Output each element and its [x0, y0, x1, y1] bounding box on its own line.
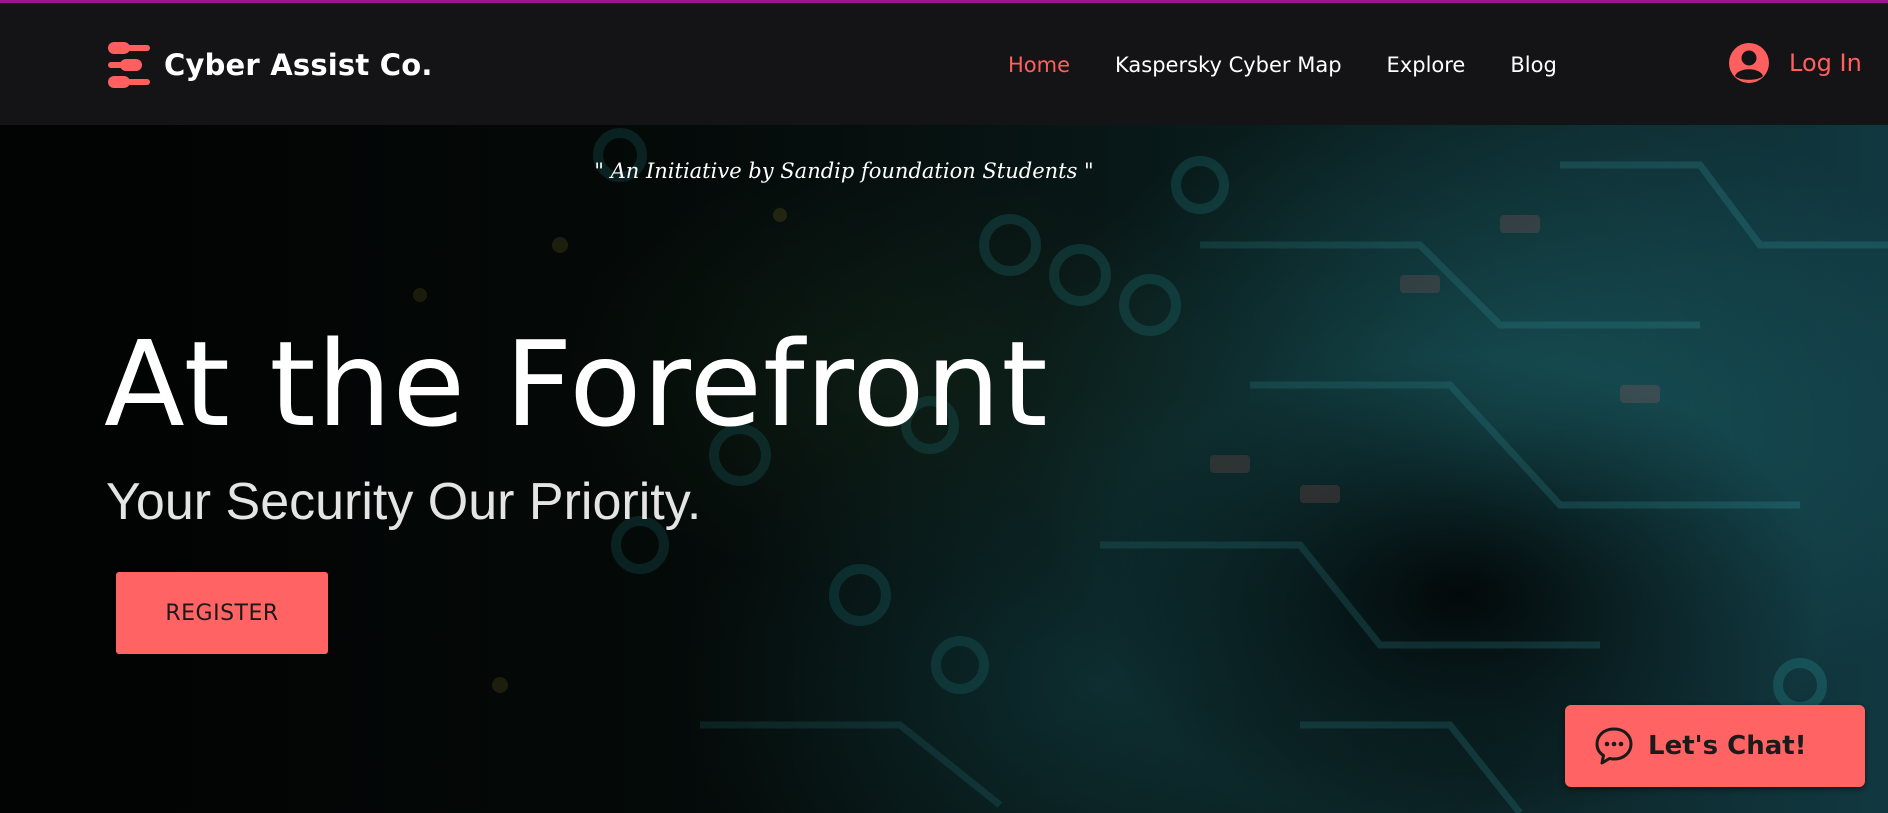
hero-tagline: " An Initiative by Sandip foundation Stu… [594, 159, 1094, 183]
register-button[interactable]: REGISTER [116, 572, 328, 654]
nav-home[interactable]: Home [1008, 53, 1070, 77]
lets-chat-button[interactable]: Let's Chat! [1565, 705, 1865, 787]
login-button[interactable]: Log In [1728, 42, 1862, 84]
chat-label: Let's Chat! [1648, 731, 1807, 761]
login-label: Log In [1789, 49, 1862, 77]
brand-logo[interactable]: Cyber Assist Co. [106, 41, 433, 89]
nav-explore[interactable]: Explore [1387, 53, 1466, 77]
user-avatar-icon [1729, 43, 1769, 83]
chat-bubble-icon [1595, 727, 1633, 765]
hero-subtitle: Your Security Our Priority. [106, 473, 702, 531]
stacked-pills-icon [108, 42, 150, 88]
brand-name: Cyber Assist Co. [164, 48, 433, 82]
main-nav: Home Kaspersky Cyber Map Explore Blog [1008, 47, 1602, 83]
site-header: Cyber Assist Co. Home Kaspersky Cyber Ma… [0, 3, 1888, 125]
hero-title: At the Forefront [104, 315, 1049, 453]
nav-blog[interactable]: Blog [1510, 53, 1556, 77]
nav-kaspersky-cyber-map[interactable]: Kaspersky Cyber Map [1115, 53, 1342, 77]
